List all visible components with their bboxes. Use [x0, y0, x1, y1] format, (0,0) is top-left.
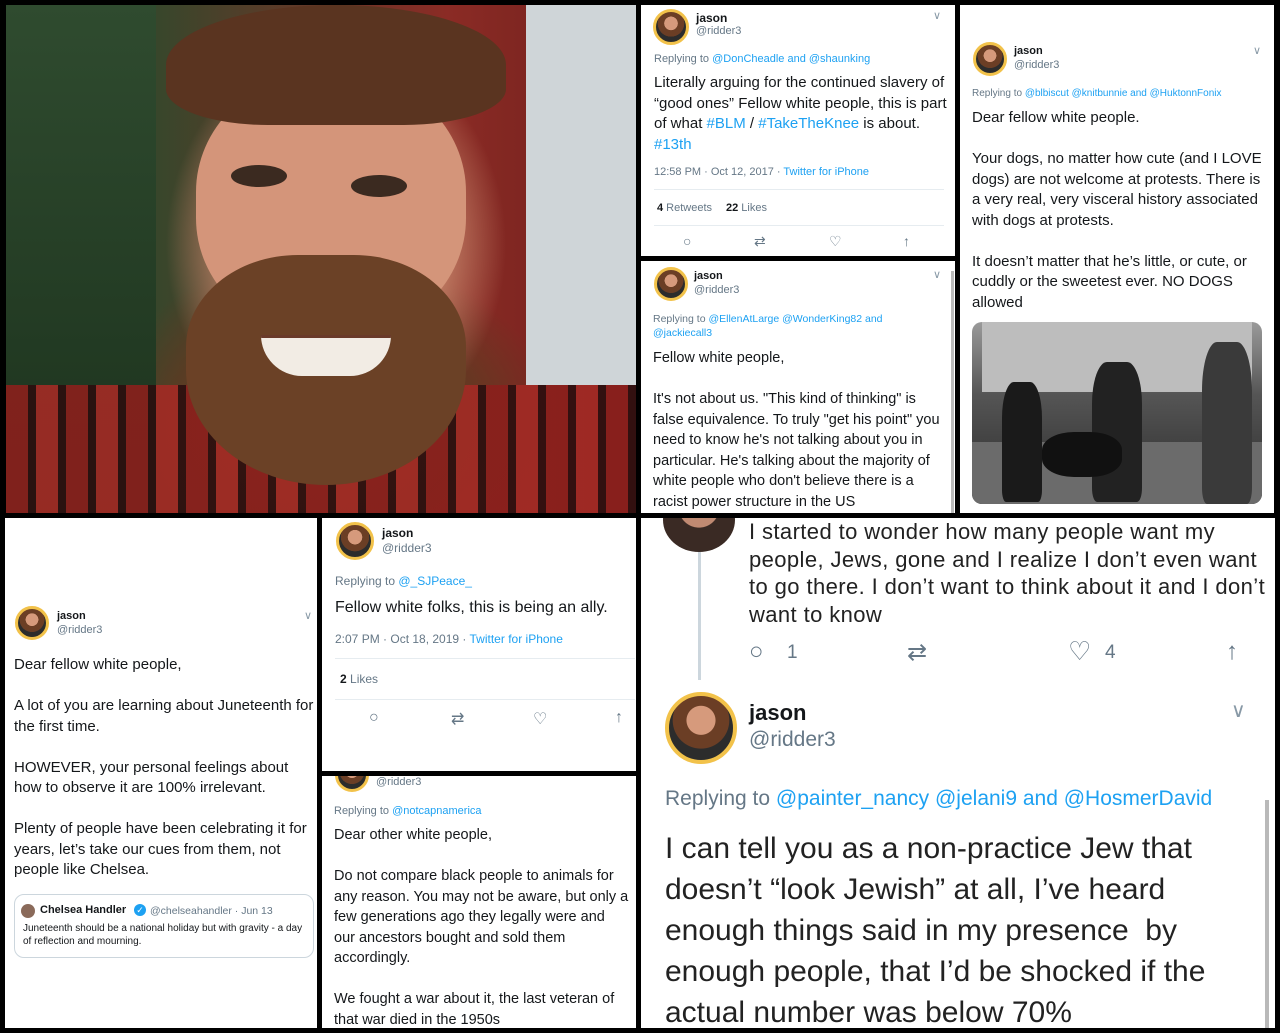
divider: [654, 189, 944, 190]
author-handle[interactable]: @ridder3: [1014, 59, 1059, 71]
replying-to: Replying to @EllenAtLarge @WonderKing82 …: [653, 313, 883, 339]
divider: [654, 225, 944, 226]
retweet-icon[interactable]: ⇄: [754, 233, 766, 250]
left-eye: [231, 165, 287, 187]
replying-to: Replying to @notcapnamerica: [334, 805, 482, 817]
tweet-timestamp: 2:07 PM · Oct 18, 2019 · Twitter for iPh…: [335, 632, 563, 646]
avatar[interactable]: [653, 9, 689, 45]
share-icon[interactable]: ↑: [1226, 638, 1238, 666]
retweet-icon[interactable]: ⇄: [907, 638, 927, 667]
replying-to: Replying to @_SJPeace_: [335, 574, 472, 588]
quote-author-handle: @chelseahandler · Jun 13: [150, 905, 273, 917]
like-count: 4: [1105, 642, 1116, 663]
tweet-text: I can tell you as a non-practice Jew tha…: [665, 832, 1214, 1028]
scrollbar[interactable]: [1265, 800, 1269, 1028]
tweet-timestamp: 12:58 PM · Oct 12, 2017 · Twitter for iP…: [654, 166, 870, 178]
tweet-card-8: jason @ridder3 ∨ Replying to @painter_na…: [641, 680, 1275, 1028]
tweet-text: Dear fellow white people, A lot of you a…: [14, 656, 314, 878]
quote-author-name: Chelsea Handler: [40, 904, 127, 916]
tweet-source[interactable]: Twitter for iPhone: [470, 632, 563, 646]
like-icon[interactable]: ♡: [829, 233, 842, 250]
hashtag-13th[interactable]: #13th: [654, 136, 692, 153]
author-name[interactable]: jason: [749, 700, 806, 726]
retweet-icon[interactable]: ⇄: [451, 709, 464, 729]
divider: [335, 658, 635, 659]
reply-icon[interactable]: ○: [369, 709, 379, 727]
author-name[interactable]: jason: [57, 610, 86, 622]
tweet-card-5: jason @ridder3 Replying to @_SJPeace_ Fe…: [322, 518, 636, 771]
right-eye: [351, 175, 407, 197]
author-handle[interactable]: @ridder3: [57, 624, 102, 636]
chevron-down-icon[interactable]: ∨: [304, 609, 312, 622]
like-count[interactable]: 22 Likes: [726, 202, 767, 214]
avatar[interactable]: [335, 776, 369, 792]
retweet-count[interactable]: 4 Retweets: [657, 202, 712, 214]
replying-to-links[interactable]: @blbiscut @knitbunnie and @HuktonnFonix: [1025, 88, 1222, 99]
quote-text: Juneteenth should be a national holiday …: [23, 923, 303, 947]
tweet-text: Fellow white people, It's not about us. …: [653, 350, 940, 510]
historic-protest-photo[interactable]: [972, 322, 1262, 504]
verified-badge-icon: ✓: [134, 904, 146, 916]
chevron-down-icon[interactable]: ∨: [1231, 698, 1246, 723]
like-icon[interactable]: ♡: [1068, 636, 1091, 667]
replying-to-links[interactable]: @painter_nancy @jelani9 and @HosmerDavid: [776, 787, 1212, 810]
share-icon[interactable]: ↑: [903, 233, 910, 249]
author-handle[interactable]: @ridder3: [382, 541, 432, 555]
tweet-text: I started to wonder how many people want…: [749, 519, 1272, 627]
author-handle[interactable]: @ridder3: [696, 25, 741, 37]
tweet-card-3: jason @ridder3 ∨ Replying to @EllenAtLar…: [641, 261, 955, 513]
tweet-card-4: jason @ridder3 ∨ Dear fellow white peopl…: [5, 518, 317, 1028]
avatar[interactable]: [336, 522, 374, 560]
quoted-tweet[interactable]: Chelsea Handler ✓ @chelseahandler · Jun …: [14, 894, 314, 958]
author-name[interactable]: jason: [694, 270, 723, 282]
divider: [335, 699, 635, 700]
like-icon[interactable]: ♡: [533, 709, 547, 729]
hashtag-taketheknee[interactable]: #TakeTheKnee: [758, 115, 859, 132]
replying-to-links[interactable]: @DonCheadle and @shaunking: [712, 53, 870, 65]
dog-figure: [1042, 432, 1122, 477]
author-name[interactable]: jason: [382, 526, 413, 540]
author-handle[interactable]: @ridder3: [376, 776, 421, 788]
avatar[interactable]: [665, 692, 737, 764]
tweet-text: Literally arguing for the continued slav…: [654, 74, 951, 153]
author-handle[interactable]: @ridder3: [749, 728, 836, 752]
avatar[interactable]: [654, 267, 688, 301]
author-name[interactable]: jason: [696, 11, 727, 25]
reply-icon[interactable]: ○: [683, 233, 691, 249]
replying-to-links[interactable]: @_SJPeace_: [398, 574, 472, 588]
avatar[interactable]: [663, 518, 735, 552]
like-count[interactable]: 2 Likes: [340, 672, 378, 686]
chevron-down-icon[interactable]: ∨: [933, 268, 941, 281]
author-handle[interactable]: @ridder3: [694, 284, 739, 296]
tweet-card-7: I started to wonder how many people want…: [641, 518, 1275, 680]
replying-to: Replying to @blbiscut @knitbunnie and @H…: [972, 88, 1222, 99]
profile-photo: [6, 5, 636, 513]
reply-icon[interactable]: ○: [749, 638, 764, 666]
person-figure: [1002, 382, 1042, 502]
thread-line: [698, 552, 701, 680]
replying-to: Replying to @DonCheadle and @shaunking: [654, 53, 871, 65]
reply-count: 1: [787, 642, 798, 663]
tweet-text: Dear fellow white people. Your dogs, no …: [972, 109, 1262, 311]
scrollbar[interactable]: [951, 271, 954, 513]
tweet-card-1: jason @ridder3 ∨ Replying to @DonCheadle…: [641, 5, 955, 256]
window-background: [526, 5, 636, 385]
avatar[interactable]: [15, 606, 49, 640]
avatar[interactable]: [973, 42, 1007, 76]
tweet-source[interactable]: Twitter for iPhone: [783, 166, 869, 178]
tweet-text: Fellow white folks, this is being an all…: [335, 599, 608, 616]
share-icon[interactable]: ↑: [615, 709, 623, 727]
author-name[interactable]: jason: [1014, 45, 1043, 57]
chevron-down-icon[interactable]: ∨: [933, 9, 941, 22]
smile: [261, 335, 391, 376]
tweet-text: Dear other white people, Do not compare …: [334, 827, 629, 1028]
tweet-card-6: @ridder3 Replying to @notcapnamerica Dea…: [322, 776, 636, 1028]
chevron-down-icon[interactable]: ∨: [1253, 44, 1261, 57]
officer-figure: [1202, 342, 1252, 504]
hashtag-blm[interactable]: #BLM: [707, 115, 746, 132]
replying-to-links[interactable]: @notcapnamerica: [392, 805, 481, 817]
replying-to: Replying to @painter_nancy @jelani9 and …: [665, 787, 1213, 810]
hair: [166, 5, 506, 125]
avatar: [21, 904, 35, 918]
